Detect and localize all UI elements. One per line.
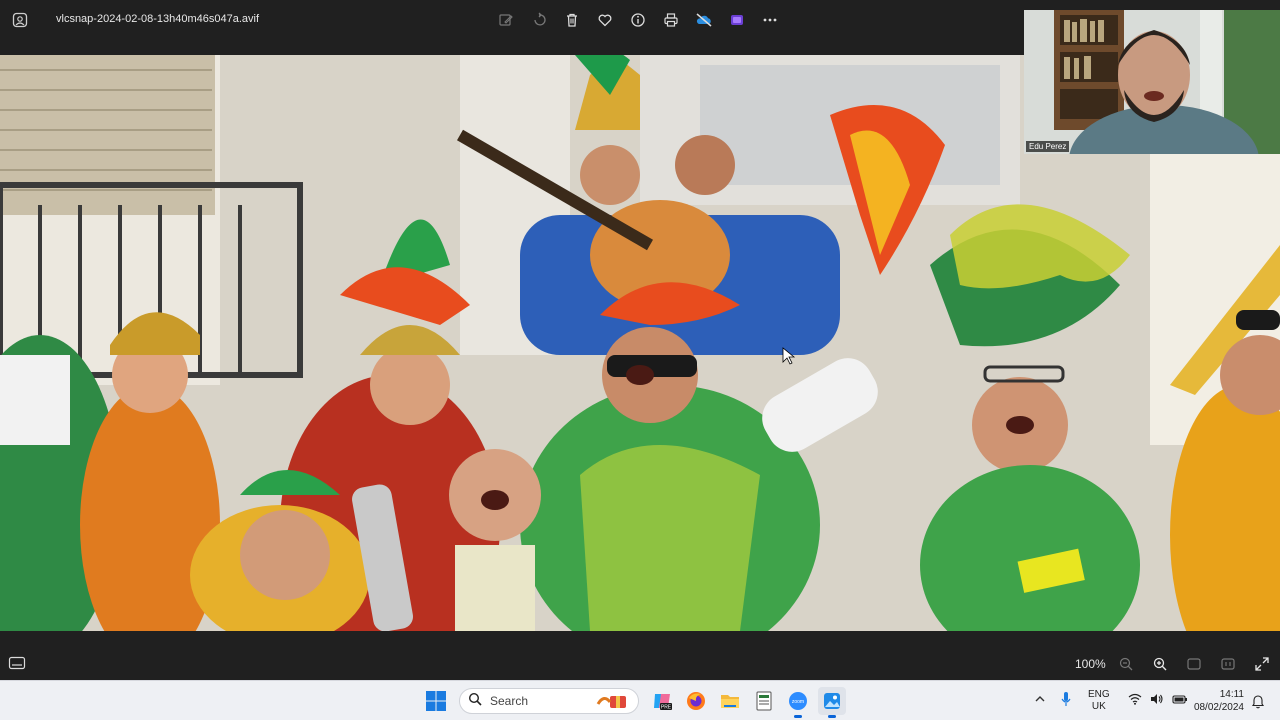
document-app-icon[interactable] — [750, 687, 778, 715]
taskbar-search-box[interactable]: Search — [459, 688, 639, 714]
favorite-icon[interactable] — [593, 8, 617, 32]
print-icon[interactable] — [659, 8, 683, 32]
photos-app-icon[interactable] — [8, 8, 32, 32]
volume-icon[interactable] — [1150, 692, 1164, 710]
copilot-icon[interactable]: PRE — [648, 687, 676, 715]
image-toolbar — [494, 8, 782, 32]
input-language[interactable]: ENG UK — [1088, 689, 1110, 713]
clock-date: 08/02/2024 — [1193, 702, 1244, 713]
rotate-icon[interactable] — [527, 8, 551, 32]
battery-icon[interactable] — [1172, 692, 1188, 710]
filmstrip-icon[interactable] — [8, 656, 26, 670]
participant-video[interactable]: Edu Perez — [1024, 10, 1280, 154]
system-clock[interactable]: 14:11 08/02/2024 — [1190, 688, 1244, 714]
participant-name-label: Edu Perez — [1026, 141, 1070, 152]
svg-text:PRE: PRE — [661, 705, 672, 711]
microphone-icon[interactable] — [1060, 691, 1072, 712]
search-placeholder: Search — [490, 694, 529, 708]
zoom-in-icon[interactable] — [1150, 654, 1170, 674]
more-icon[interactable] — [758, 8, 782, 32]
zoom-out-icon[interactable] — [1116, 654, 1136, 674]
actual-size-icon[interactable] — [1218, 654, 1238, 674]
zoom-app-icon[interactable]: zoom — [784, 687, 812, 718]
onedrive-offline-icon[interactable] — [692, 8, 716, 32]
info-icon[interactable] — [626, 8, 650, 32]
wifi-icon[interactable] — [1128, 692, 1142, 710]
file-name: vlcsnap-2024-02-08-13h40m46s047a.avif — [56, 13, 260, 25]
windows-start-icon[interactable] — [424, 689, 448, 713]
chevron-up-icon[interactable] — [1034, 692, 1046, 710]
fullscreen-icon[interactable] — [1252, 654, 1272, 674]
firefox-icon[interactable] — [682, 687, 710, 715]
language-code: ENG — [1088, 689, 1110, 700]
windows-taskbar: Search PRE zoom ENG UK 14:11 08/02/2024 — [0, 680, 1280, 720]
file-explorer-icon[interactable] — [716, 687, 744, 715]
search-icon — [468, 692, 482, 711]
language-region: UK — [1091, 701, 1106, 712]
notification-bell-icon[interactable] — [1250, 693, 1266, 709]
search-highlight-icon — [596, 692, 630, 710]
photos-taskbar-icon[interactable] — [818, 687, 846, 718]
zoom-level: 100% — [1075, 657, 1106, 671]
delete-icon[interactable] — [560, 8, 584, 32]
fit-to-window-icon[interactable] — [1184, 654, 1204, 674]
svg-text:zoom: zoom — [792, 699, 804, 705]
edit-icon[interactable] — [494, 8, 518, 32]
viewer-status-bar: 100% — [0, 647, 1280, 680]
photos-app-window: vlcsnap-2024-02-08-13h40m46s047a.avif Ed… — [0, 0, 1280, 680]
clock-time: 14:11 — [1219, 689, 1244, 700]
clipchamp-icon[interactable] — [725, 8, 749, 32]
